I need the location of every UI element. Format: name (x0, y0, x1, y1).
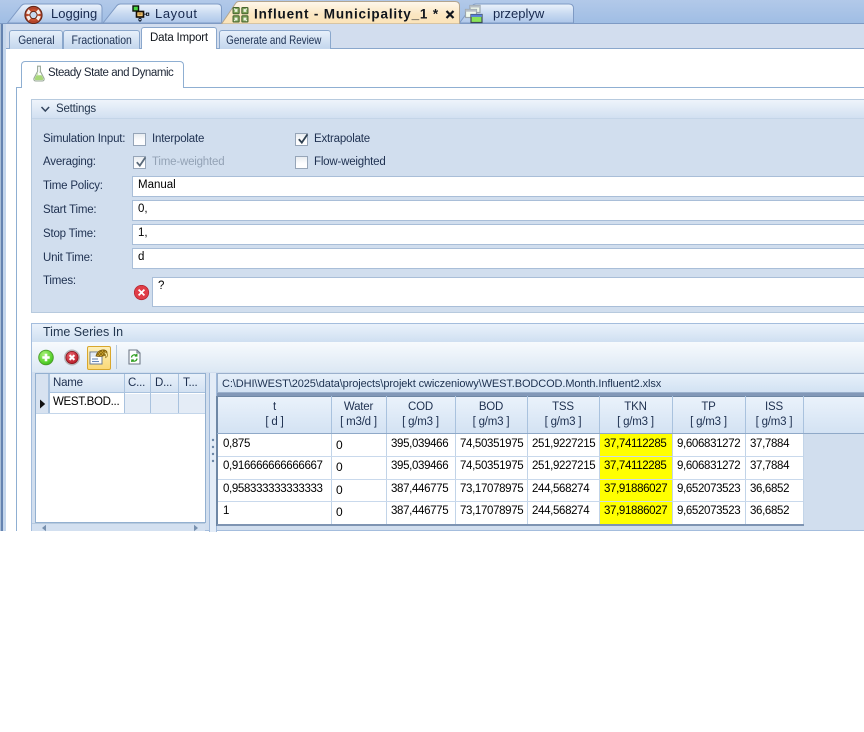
svg-text:Layout: Layout (155, 6, 198, 21)
svg-text:Logging: Logging (51, 6, 97, 21)
svg-text:Influent - Municipality_1 *: Influent - Municipality_1 * (254, 7, 439, 22)
svg-text:przeplyw: przeplyw (493, 6, 545, 21)
